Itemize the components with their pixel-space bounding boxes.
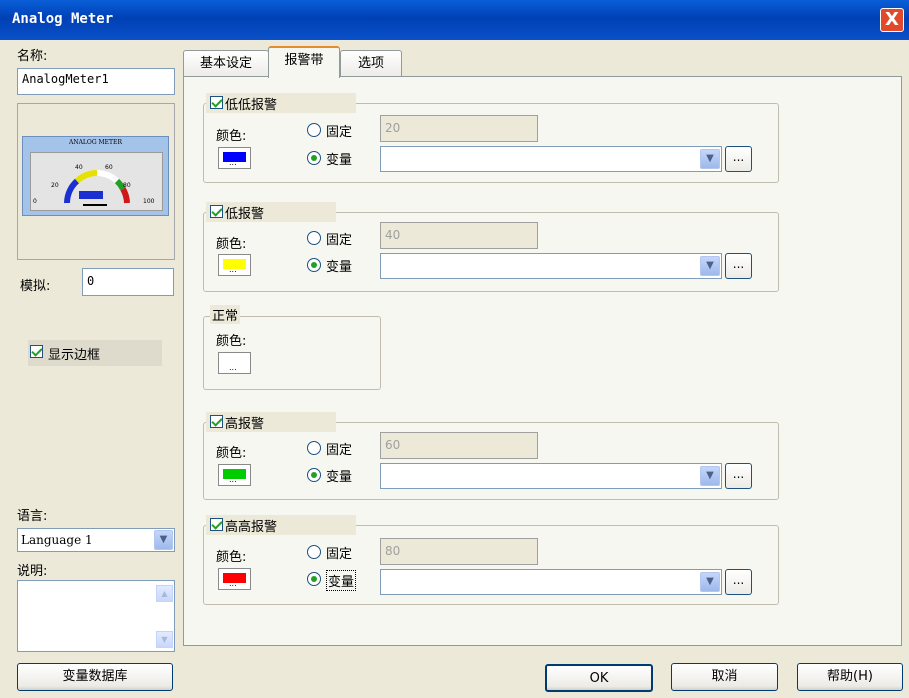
gauge-tick-60: 60 — [105, 164, 113, 171]
high-title[interactable]: 高报警 — [206, 412, 336, 432]
high-variable-radio[interactable] — [307, 468, 321, 482]
chevron-down-icon[interactable]: ▼ — [700, 572, 720, 592]
lowlow-fixed-input[interactable]: 20 — [380, 115, 538, 142]
low-title[interactable]: 低报警 — [206, 202, 336, 222]
language-select[interactable]: Language 1 ▼ — [17, 528, 175, 552]
high-color-swatch[interactable]: ... — [218, 464, 251, 486]
chevron-down-icon[interactable]: ▼ — [700, 149, 720, 169]
scroll-up-icon[interactable]: ▲ — [156, 585, 173, 602]
gauge-image: ANALOG METER 0 20 40 60 80 100 — [22, 136, 169, 216]
gauge-tick-100: 100 — [143, 198, 155, 205]
tab-alarm-bands[interactable]: 报警带 — [268, 46, 340, 78]
gauge-face: 0 20 40 60 80 100 — [30, 152, 163, 211]
normal-color-swatch[interactable]: ... — [218, 352, 251, 374]
chevron-down-icon[interactable]: ▼ — [154, 530, 173, 550]
simulate-input[interactable]: 0 — [82, 268, 174, 296]
chevron-down-icon[interactable]: ▼ — [700, 256, 720, 276]
name-input[interactable]: AnalogMeter1 — [17, 68, 175, 95]
meter-preview: ANALOG METER 0 20 40 60 80 100 — [17, 103, 175, 260]
lowlow-check-icon[interactable] — [210, 96, 223, 109]
lowlow-fixed-label: 固定 — [326, 125, 353, 140]
highhigh-label: 高高报警 — [225, 520, 278, 535]
highhigh-variable-label: 变量 — [326, 570, 357, 591]
close-button[interactable]: X — [880, 8, 904, 32]
title-bar: Analog Meter X — [0, 0, 909, 40]
high-variable-combo[interactable]: ▼ — [380, 463, 722, 489]
highhigh-title[interactable]: 高高报警 — [206, 515, 356, 535]
normal-color-label: 颜色: — [216, 334, 247, 349]
language-label: 语言: — [17, 509, 48, 524]
simulate-label: 模拟: — [20, 279, 51, 294]
gauge-tick-40: 40 — [75, 164, 83, 171]
gauge-tick-80: 80 — [123, 182, 131, 189]
low-variable-combo[interactable]: ▼ — [380, 253, 722, 279]
highhigh-fixed-input[interactable]: 80 — [380, 538, 538, 565]
highhigh-variable-combo[interactable]: ▼ — [380, 569, 722, 595]
highhigh-browse-button[interactable]: ... — [725, 569, 752, 595]
low-variable-label: 变量 — [326, 260, 353, 275]
gauge-tick-0: 0 — [33, 198, 37, 205]
show-border-check-icon — [30, 345, 43, 358]
lowlow-variable-radio[interactable] — [307, 151, 321, 165]
low-variable-radio[interactable] — [307, 258, 321, 272]
description-label: 说明: — [17, 564, 48, 579]
lowlow-title[interactable]: 低低报警 — [206, 93, 356, 113]
window-title: Analog Meter — [12, 11, 114, 27]
gauge-title: ANALOG METER — [69, 139, 122, 146]
tab-basic-settings[interactable]: 基本设定 — [183, 50, 269, 77]
high-label: 高报警 — [225, 417, 265, 432]
high-browse-button[interactable]: ... — [725, 463, 752, 489]
low-fixed-label: 固定 — [326, 233, 353, 248]
lowlow-fixed-radio[interactable] — [307, 123, 321, 137]
chevron-down-icon[interactable]: ▼ — [700, 466, 720, 486]
highhigh-variable-radio[interactable] — [307, 572, 321, 586]
ok-button[interactable]: OK — [545, 664, 653, 692]
show-border-label: 显示边框 — [48, 348, 101, 363]
high-fixed-radio[interactable] — [307, 441, 321, 455]
tag-database-button[interactable]: 变量数据库 — [17, 663, 173, 691]
lowlow-variable-label: 变量 — [326, 153, 353, 168]
lowlow-variable-combo[interactable]: ▼ — [380, 146, 722, 172]
low-check-icon[interactable] — [210, 205, 223, 218]
lowlow-color-swatch[interactable]: ... — [218, 147, 251, 169]
highhigh-fixed-label: 固定 — [326, 547, 353, 562]
scroll-down-icon[interactable]: ▼ — [156, 631, 173, 648]
low-fixed-radio[interactable] — [307, 231, 321, 245]
lowlow-label: 低低报警 — [225, 98, 278, 113]
cancel-button[interactable]: 取消 — [671, 663, 778, 691]
low-browse-button[interactable]: ... — [725, 253, 752, 279]
help-button[interactable]: 帮助(H) — [797, 663, 903, 691]
high-variable-label: 变量 — [326, 470, 353, 485]
low-color-label: 颜色: — [216, 237, 247, 252]
highhigh-color-swatch[interactable]: ... — [218, 568, 251, 590]
gauge-tick-20: 20 — [51, 182, 59, 189]
high-check-icon[interactable] — [210, 415, 223, 428]
low-label: 低报警 — [225, 207, 265, 222]
language-value: Language 1 — [21, 533, 93, 547]
name-label: 名称: — [17, 49, 48, 64]
high-fixed-input[interactable]: 60 — [380, 432, 538, 459]
highhigh-check-icon[interactable] — [210, 518, 223, 531]
high-fixed-label: 固定 — [326, 443, 353, 458]
low-fixed-input[interactable]: 40 — [380, 222, 538, 249]
low-color-swatch[interactable]: ... — [218, 254, 251, 276]
normal-title: 正常 — [210, 305, 241, 324]
highhigh-fixed-radio[interactable] — [307, 545, 321, 559]
lowlow-browse-button[interactable]: ... — [725, 146, 752, 172]
description-textarea[interactable]: ▲ ▼ — [17, 580, 175, 652]
highhigh-color-label: 颜色: — [216, 550, 247, 565]
lowlow-color-label: 颜色: — [216, 129, 247, 144]
high-color-label: 颜色: — [216, 446, 247, 461]
tab-options[interactable]: 选项 — [340, 50, 402, 77]
show-border-checkbox[interactable]: 显示边框 — [28, 340, 162, 366]
